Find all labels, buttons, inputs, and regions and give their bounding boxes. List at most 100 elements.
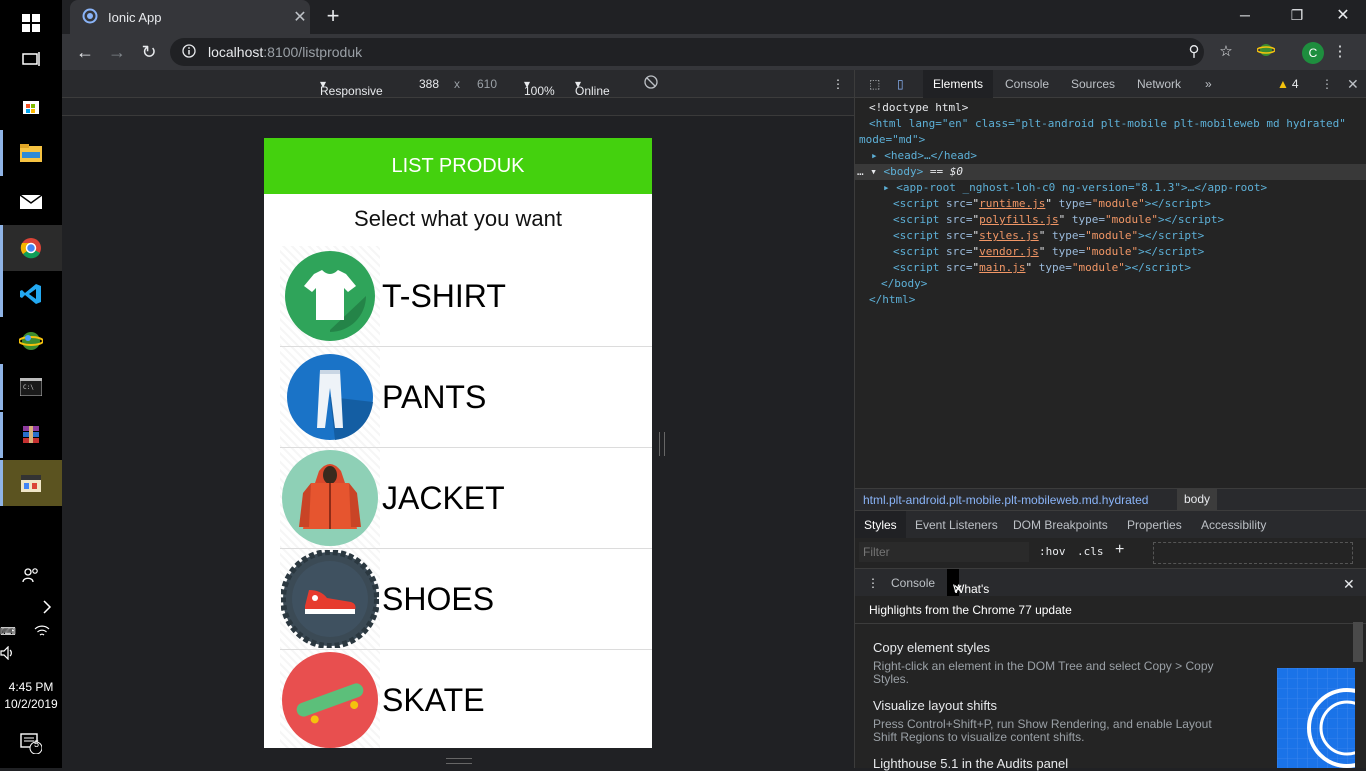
breadcrumb-html[interactable]: html.plt-android.plt-mobile.plt-mobilewe… xyxy=(863,493,1148,507)
device-select[interactable]: Responsive ▾ xyxy=(320,77,383,98)
profile-avatar[interactable]: C xyxy=(1302,42,1324,64)
mail-icon[interactable] xyxy=(0,178,62,224)
media-app-icon[interactable] xyxy=(0,460,62,506)
script-src[interactable]: runtime.js xyxy=(979,197,1045,210)
script-src[interactable]: main.js xyxy=(979,261,1025,274)
item-label: SKATE xyxy=(382,681,485,718)
svg-text:C:\: C:\ xyxy=(23,384,34,391)
network-globe-icon[interactable] xyxy=(0,318,62,364)
dom-body[interactable]: … ▾ <body> == $0 xyxy=(857,164,963,180)
whats-new-entry-title[interactable]: Lighthouse 5.1 in the Audits panel xyxy=(873,756,1068,771)
drawer-tab-console[interactable]: Console xyxy=(891,576,935,590)
tab-event-listeners[interactable]: Event Listeners xyxy=(915,518,998,532)
more-tabs-icon[interactable]: » xyxy=(1195,70,1222,98)
devtools-close-icon[interactable]: ✕ xyxy=(1337,70,1366,98)
drawer-tab-whats-new[interactable]: What's New ✕ xyxy=(947,569,989,623)
dom-head[interactable]: ▸ <head>…</head> xyxy=(871,148,977,164)
list-item[interactable]: SHOES xyxy=(280,549,652,650)
back-icon[interactable]: ← xyxy=(72,40,98,64)
hov-toggle[interactable]: :hov xyxy=(1039,545,1066,558)
dom-script[interactable]: <script src="styles.js" type="module"></… xyxy=(893,228,1204,244)
tab-console[interactable]: Console xyxy=(995,70,1059,98)
drawer-close-icon[interactable]: ✕ xyxy=(1343,576,1355,593)
dom-html-mode: mode="md"> xyxy=(859,133,926,146)
styles-filter-bar: :hov .cls + xyxy=(855,538,1366,568)
styles-filter-input[interactable] xyxy=(859,542,1029,562)
device-height-input[interactable]: 610 xyxy=(477,77,497,91)
script-src[interactable]: styles.js xyxy=(979,229,1039,242)
zoom-icon[interactable]: ⚲ xyxy=(1184,42,1204,62)
device-width-input[interactable]: 388 xyxy=(419,77,439,91)
menu-kebab-icon[interactable]: ⋮ xyxy=(1330,42,1350,62)
dom-html-open[interactable]: <html lang="en" class="plt-android plt-m… xyxy=(869,116,1346,132)
tab-network[interactable]: Network xyxy=(1127,70,1191,98)
viewport-bottom-resize-handle[interactable] xyxy=(446,758,472,764)
network-throttle-select[interactable]: Online ▾ xyxy=(575,77,610,98)
notification-center-icon[interactable]: 5 xyxy=(0,720,62,766)
drawer-menu-icon[interactable]: ⋮ xyxy=(867,576,879,590)
tab-accessibility[interactable]: Accessibility xyxy=(1201,518,1266,532)
browser-tab[interactable]: Ionic App ✕ xyxy=(70,0,310,34)
bookmark-star-icon[interactable]: ☆ xyxy=(1216,42,1236,62)
whats-new-entry-title[interactable]: Visualize layout shifts xyxy=(873,698,997,713)
whats-new-scrollbar[interactable] xyxy=(1353,622,1363,662)
reload-icon[interactable]: ↻ xyxy=(136,40,162,64)
new-style-rule-icon[interactable]: + xyxy=(1115,541,1124,559)
tab-sources[interactable]: Sources xyxy=(1061,70,1125,98)
dom-script[interactable]: <script src="main.js" type="module"></sc… xyxy=(893,260,1191,276)
tab-elements[interactable]: Elements xyxy=(923,70,994,98)
restore-icon[interactable]: ❐ xyxy=(1274,0,1320,30)
device-toolbar-menu-icon[interactable]: ⋮ xyxy=(832,77,844,91)
whats-new-entry-title[interactable]: Copy element styles xyxy=(873,640,990,655)
address-bar[interactable]: localhost:8100/listproduk xyxy=(170,38,1204,66)
dom-tree[interactable]: <!doctype html> <html lang="en" class="p… xyxy=(855,98,1366,488)
vscode-icon[interactable] xyxy=(0,271,62,317)
minimize-icon[interactable]: ─ xyxy=(1222,0,1268,30)
task-view-icon[interactable] xyxy=(0,36,62,82)
dom-html-close[interactable]: </html> xyxy=(869,292,915,308)
file-explorer-icon[interactable] xyxy=(0,130,62,176)
new-tab-button[interactable]: + xyxy=(320,4,346,30)
clock-time[interactable]: 4:45 PM xyxy=(0,680,62,694)
tab-close-icon[interactable]: ✕ xyxy=(290,7,310,27)
device-toggle-icon[interactable]: ▯ xyxy=(887,70,914,98)
list-item[interactable]: PANTS xyxy=(280,347,652,448)
list-item[interactable]: SKATE xyxy=(280,650,652,748)
dom-body-text: <body> xyxy=(883,165,924,178)
extension-icon[interactable] xyxy=(1256,42,1276,62)
volume-icon[interactable] xyxy=(0,630,28,676)
dom-app-root[interactable]: ▸ <app-root _nghost-loh-c0 ng-version="8… xyxy=(883,180,1267,196)
viewport-resize-handle[interactable] xyxy=(659,432,665,456)
warning-icon[interactable]: ▲ 4 xyxy=(1267,70,1309,98)
forward-icon[interactable]: → xyxy=(104,40,130,64)
list-item[interactable]: JACKET xyxy=(280,448,652,549)
dom-body-selection: == $0 xyxy=(929,165,963,178)
dom-script[interactable]: <script src="polyfills.js" type="module"… xyxy=(893,212,1224,228)
script-src[interactable]: vendor.js xyxy=(979,245,1039,258)
dom-script[interactable]: <script src="runtime.js" type="module"><… xyxy=(893,196,1211,212)
tab-dom-breakpoints[interactable]: DOM Breakpoints xyxy=(1013,518,1108,532)
dom-doctype[interactable]: <!doctype html> xyxy=(869,100,968,116)
wifi-icon[interactable] xyxy=(22,608,62,654)
cls-toggle[interactable]: .cls xyxy=(1077,545,1104,558)
window-close-icon[interactable]: ✕ xyxy=(1320,0,1366,30)
winrar-icon[interactable] xyxy=(0,412,62,458)
terminal-icon[interactable]: C:\ xyxy=(0,364,62,410)
store-icon[interactable] xyxy=(0,82,62,128)
tab-properties[interactable]: Properties xyxy=(1127,518,1182,532)
rotate-icon[interactable] xyxy=(644,75,658,92)
whats-new-entry-desc: Right-click an element in the DOM Tree a… xyxy=(873,659,1214,686)
script-src[interactable]: polyfills.js xyxy=(979,213,1058,226)
tab-styles[interactable]: Styles xyxy=(855,511,906,539)
dom-script[interactable]: <script src="vendor.js" type="module"></… xyxy=(893,244,1204,260)
zoom-select[interactable]: 100% ▾ xyxy=(524,77,555,98)
list-item[interactable]: T-SHIRT xyxy=(280,246,652,347)
dom-body-close[interactable]: </body> xyxy=(881,276,927,292)
inspect-element-icon[interactable]: ⬚ xyxy=(859,70,890,98)
chrome-taskbar-icon[interactable] xyxy=(0,225,62,271)
clock-date[interactable]: 10/2/2019 xyxy=(0,697,62,711)
skateboard-icon xyxy=(280,650,380,748)
breadcrumb-body[interactable]: body xyxy=(1177,489,1218,510)
site-info-icon[interactable] xyxy=(182,43,196,61)
tab-title: Ionic App xyxy=(108,9,162,25)
